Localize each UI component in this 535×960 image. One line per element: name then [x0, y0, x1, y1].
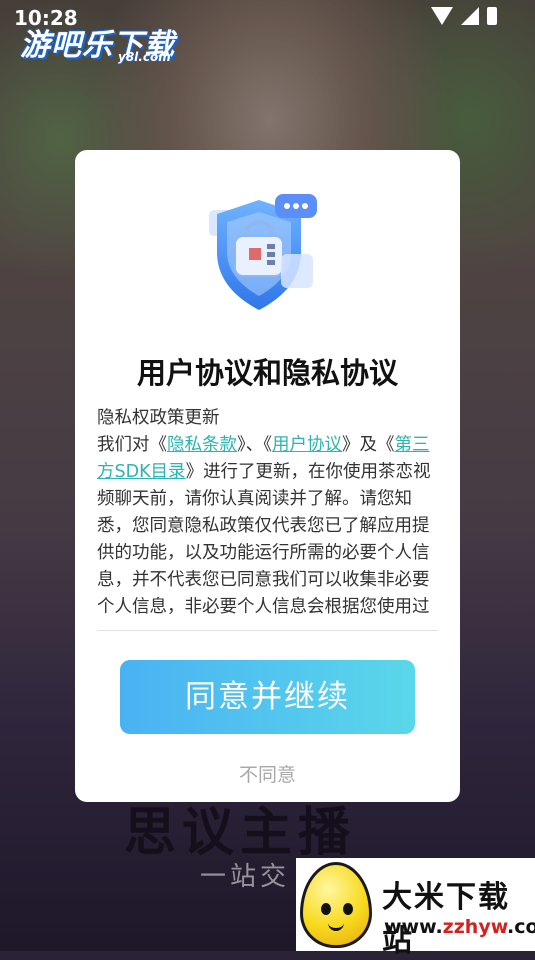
status-icons	[431, 7, 497, 25]
url-prefix: www.	[384, 916, 443, 938]
quote-close: 》及	[342, 435, 377, 455]
mascot-mouth	[328, 920, 344, 931]
mascot-icon	[300, 862, 372, 948]
privacy-dialog: 用户协议和隐私协议 隐私权政策更新 我们对《隐私条款》、《用户协议》及《第三方S…	[75, 150, 460, 802]
signal-icon	[461, 7, 479, 25]
divider	[97, 630, 438, 631]
watermark-badge: 大米下载站 www.zzhyw.com	[296, 858, 535, 959]
mascot-eye	[343, 903, 353, 915]
privacy-terms-link[interactable]: 隐私条款	[167, 435, 237, 455]
quote-open: 《	[377, 435, 395, 455]
user-agreement-link[interactable]: 用户协议	[272, 435, 342, 455]
shield-icon	[205, 190, 329, 320]
watermark-site-url: www.zzhyw.com	[384, 916, 535, 938]
url-suffix: .com	[507, 916, 535, 938]
policy-heading: 隐私权政策更新	[97, 408, 220, 428]
policy-body[interactable]: 隐私权政策更新 我们对《隐私条款》、《用户协议》及《第三方SDK目录》进行了更新…	[97, 405, 437, 620]
policy-text-intro: 我们对	[97, 435, 150, 455]
policy-text: 我们对《隐私条款》、《用户协议》及《第三方SDK目录》进行了更新，在你使用茶恋视…	[97, 432, 437, 620]
wifi-icon	[431, 7, 453, 25]
watermark-url: y8l.com	[118, 50, 171, 64]
disagree-button[interactable]: 不同意	[75, 760, 460, 787]
quote-close: 》、	[237, 435, 264, 455]
policy-text-rest: 进行了更新，在你使用茶恋视频聊天前，请你认真阅读并了解。请您知悉，您同意隐私政策…	[97, 462, 431, 617]
url-main: zzhyw	[442, 916, 508, 938]
quote-open: 《	[263, 435, 272, 455]
quote-open: 《	[149, 435, 168, 455]
dialog-title: 用户协议和隐私协议	[136, 356, 398, 390]
battery-icon	[487, 7, 497, 25]
quote-close: 》	[185, 462, 204, 482]
agree-continue-button[interactable]: 同意并继续	[120, 660, 415, 734]
mascot-eye	[321, 903, 331, 915]
